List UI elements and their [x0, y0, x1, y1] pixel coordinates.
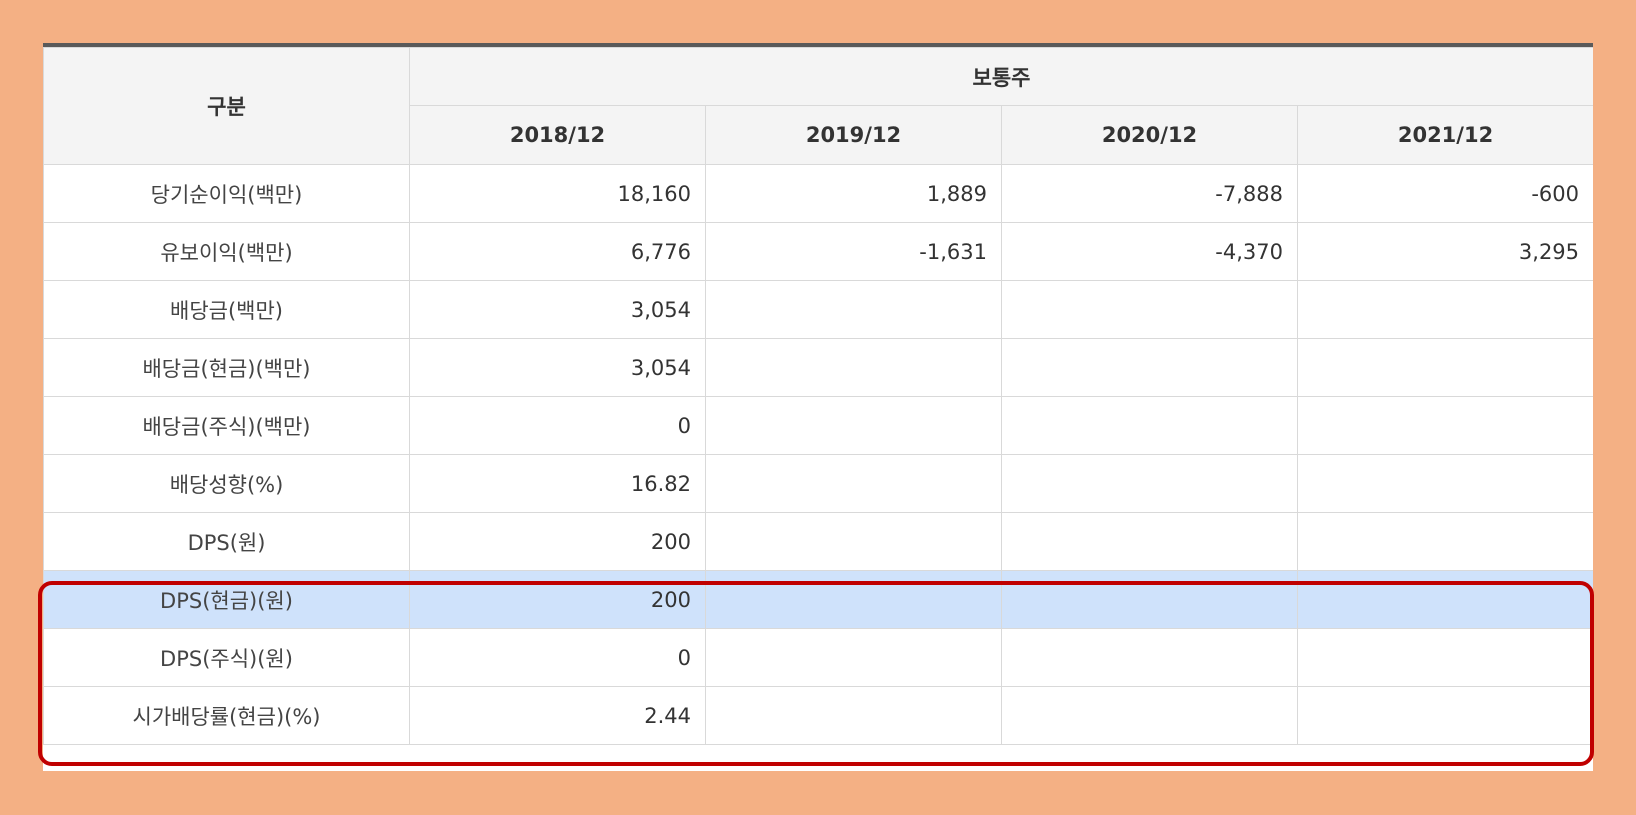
row-label: 배당금(백만) [43, 280, 410, 339]
row-label: 당기순이익(백만) [43, 164, 410, 223]
year-header: 2018/12 [409, 105, 706, 165]
table-cell: -1,631 [705, 222, 1002, 281]
table-row: 배당금(백만) 3,054 [43, 280, 1593, 339]
table-cell: 200 [409, 512, 706, 571]
table-cell: 16.82 [409, 454, 706, 513]
common-stock-header: 보통주 [408, 47, 1593, 106]
category-header: 구분 [43, 47, 410, 165]
row-label: 배당금(현금)(백만) [43, 338, 410, 397]
table-cell: 200 [409, 570, 706, 629]
year-header: 2021/12 [1296, 105, 1593, 165]
row-label: DPS(주식)(원) [43, 628, 410, 687]
table-cell [1001, 454, 1298, 513]
table-row: 배당성향(%) 16.82 [43, 454, 1593, 513]
table-cell: -7,888 [1001, 164, 1298, 223]
dividend-table: 구분 보통주 2018/12 2019/12 2020/12 2021/12 당… [43, 47, 1593, 745]
table-cell [1001, 396, 1298, 455]
table-row-highlighted: DPS(현금)(원) 200 [43, 570, 1593, 629]
table-cell [1001, 338, 1298, 397]
table-cell [705, 570, 1002, 629]
row-label: 시가배당률(현금)(%) [43, 686, 410, 745]
table-row: 배당금(주식)(백만) 0 [43, 396, 1593, 455]
table-cell [1296, 628, 1593, 687]
dividend-table-panel: 구분 보통주 2018/12 2019/12 2020/12 2021/12 당… [43, 43, 1593, 771]
table-row: 유보이익(백만) 6,776 -1,631 -4,370 3,295 [43, 222, 1593, 281]
year-header: 2020/12 [1001, 105, 1298, 165]
table-row: 배당금(현금)(백만) 3,054 [43, 338, 1593, 397]
table-cell [1296, 338, 1593, 397]
row-label: 유보이익(백만) [43, 222, 410, 281]
row-label: 배당금(주식)(백만) [43, 396, 410, 455]
table-cell: -600 [1296, 164, 1593, 223]
table-cell [705, 280, 1002, 339]
row-label: DPS(원) [43, 512, 410, 571]
table-cell: 0 [409, 628, 706, 687]
table-cell [1001, 512, 1298, 571]
table-cell [1296, 570, 1593, 629]
table-cell: 3,054 [409, 280, 706, 339]
table-cell [1001, 280, 1298, 339]
table-cell [1001, 570, 1298, 629]
table-cell [1296, 280, 1593, 339]
year-header: 2019/12 [705, 105, 1002, 165]
table-cell [1001, 686, 1298, 745]
table-cell: 2.44 [409, 686, 706, 745]
table-cell: 1,889 [705, 164, 1002, 223]
table-cell: 0 [409, 396, 706, 455]
table-cell [1296, 396, 1593, 455]
table-cell [705, 686, 1002, 745]
table-cell [1296, 512, 1593, 571]
table-cell [705, 396, 1002, 455]
table-row: 당기순이익(백만) 18,160 1,889 -7,888 -600 [43, 164, 1593, 223]
table-row: 시가배당률(현금)(%) 2.44 [43, 686, 1593, 745]
table-cell [705, 338, 1002, 397]
table-row: DPS(주식)(원) 0 [43, 628, 1593, 687]
table-cell: 3,054 [409, 338, 706, 397]
table-cell [1296, 686, 1593, 745]
table-cell [705, 628, 1002, 687]
table-cell: 18,160 [409, 164, 706, 223]
row-label: 배당성향(%) [43, 454, 410, 513]
table-cell [705, 454, 1002, 513]
table-cell: 6,776 [409, 222, 706, 281]
table-cell [1001, 628, 1298, 687]
table-cell [705, 512, 1002, 571]
row-label: DPS(현금)(원) [43, 570, 410, 629]
table-cell: -4,370 [1001, 222, 1298, 281]
table-cell [1296, 454, 1593, 513]
table-cell: 3,295 [1296, 222, 1593, 281]
table-row: DPS(원) 200 [43, 512, 1593, 571]
